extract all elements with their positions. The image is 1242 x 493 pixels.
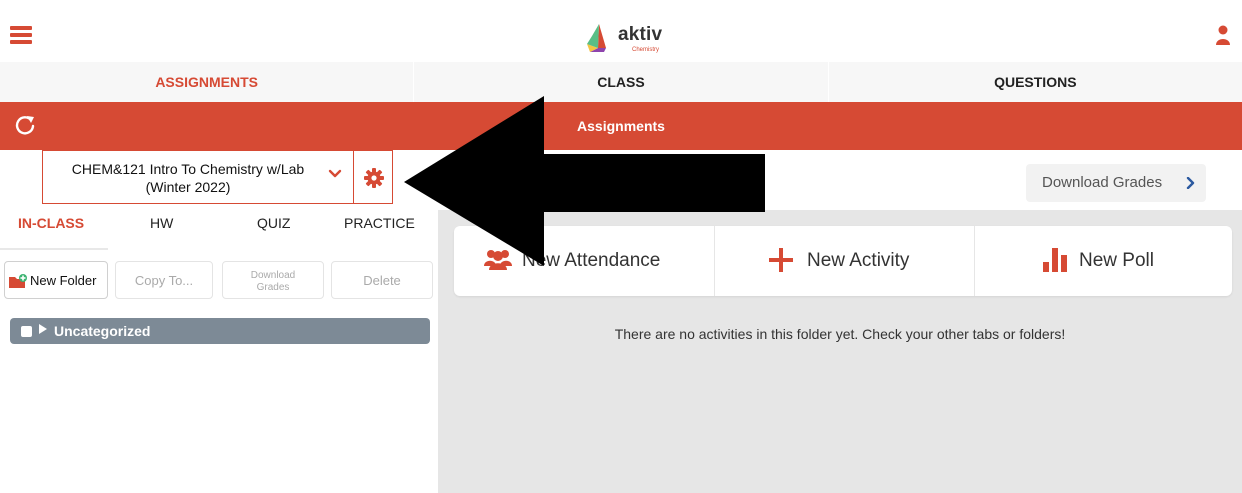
tab-questions[interactable]: QUESTIONS	[827, 62, 1242, 102]
new-attendance-label: New Attendance	[522, 250, 661, 271]
plus-icon	[769, 248, 793, 272]
users-icon	[484, 250, 512, 270]
course-name: CHEM&121 Intro To Chemistry w/Lab (Winte…	[43, 160, 333, 196]
copy-to-button[interactable]: Copy To...	[115, 261, 213, 299]
subtab-indicator	[0, 248, 108, 250]
subtab-practice[interactable]: PRACTICE	[344, 212, 415, 250]
course-selector[interactable]: CHEM&121 Intro To Chemistry w/Lab (Winte…	[42, 150, 354, 204]
download-grades-label: Download Grades	[1042, 174, 1163, 191]
download-grades-line1: Download	[250, 270, 296, 281]
new-poll-label: New Poll	[1079, 250, 1154, 271]
sub-tabs: IN-CLASS HW QUIZ PRACTICE	[0, 212, 438, 250]
course-name-line2: (Winter 2022)	[145, 179, 231, 195]
new-activity-button[interactable]: New Activity	[714, 226, 974, 296]
action-toolbar: New Folder Copy To... Download Grades De…	[0, 261, 438, 301]
section-title: Assignments	[577, 118, 665, 134]
empty-state-message: There are no activities in this folder y…	[614, 326, 1066, 342]
subtab-in-class[interactable]: IN-CLASS	[18, 212, 84, 250]
delete-button[interactable]: Delete	[331, 261, 433, 299]
folder-uncategorized[interactable]: Uncategorized	[10, 318, 430, 344]
download-grades-button[interactable]: Download Grades	[1026, 164, 1206, 202]
chevron-down-icon	[328, 169, 342, 178]
right-panel: Download Grades New Attendance New Activ…	[438, 150, 1242, 493]
download-grades-small-button[interactable]: Download Grades	[222, 261, 324, 299]
subtab-hw[interactable]: HW	[150, 212, 173, 250]
top-bar: aktiv Chemistry	[0, 0, 1242, 62]
left-panel: CHEM&121 Intro To Chemistry w/Lab (Winte…	[0, 150, 438, 493]
course-settings-button[interactable]	[353, 150, 393, 204]
tab-assignments[interactable]: ASSIGNMENTS	[0, 62, 413, 102]
download-grades-line2: Grades	[256, 282, 290, 293]
right-header: Download Grades	[438, 150, 1242, 210]
expand-arrow-icon[interactable]	[39, 324, 47, 334]
section-header: Assignments	[0, 102, 1242, 150]
chevron-right-icon	[1186, 177, 1195, 189]
new-attendance-button[interactable]: New Attendance	[454, 226, 714, 296]
app-logo: aktiv Chemistry	[584, 22, 684, 56]
subtab-quiz[interactable]: QUIZ	[257, 212, 290, 250]
folder-checkbox[interactable]	[21, 326, 32, 337]
new-item-card: New Attendance New Activity New Poll	[454, 226, 1232, 296]
refresh-icon[interactable]	[14, 114, 36, 136]
user-icon[interactable]	[1216, 25, 1230, 45]
gear-icon	[364, 168, 384, 188]
new-folder-label: New Folder	[30, 273, 97, 288]
folder-plus-icon	[9, 274, 27, 288]
hamburger-menu-icon[interactable]	[10, 26, 32, 44]
logo-subtext: Chemistry	[632, 47, 660, 53]
new-activity-label: New Activity	[807, 250, 910, 271]
bar-chart-icon	[1043, 248, 1067, 272]
logo-text: aktiv	[618, 24, 663, 45]
new-folder-button[interactable]: New Folder	[4, 261, 108, 299]
course-name-line1: CHEM&121 Intro To Chemistry w/Lab	[71, 161, 305, 177]
logo-mark-icon	[587, 24, 606, 52]
tab-class[interactable]: CLASS	[413, 62, 827, 102]
main-tabs: ASSIGNMENTS CLASS QUESTIONS	[0, 62, 1242, 102]
new-poll-button[interactable]: New Poll	[974, 226, 1232, 296]
folder-label: Uncategorized	[54, 323, 151, 339]
